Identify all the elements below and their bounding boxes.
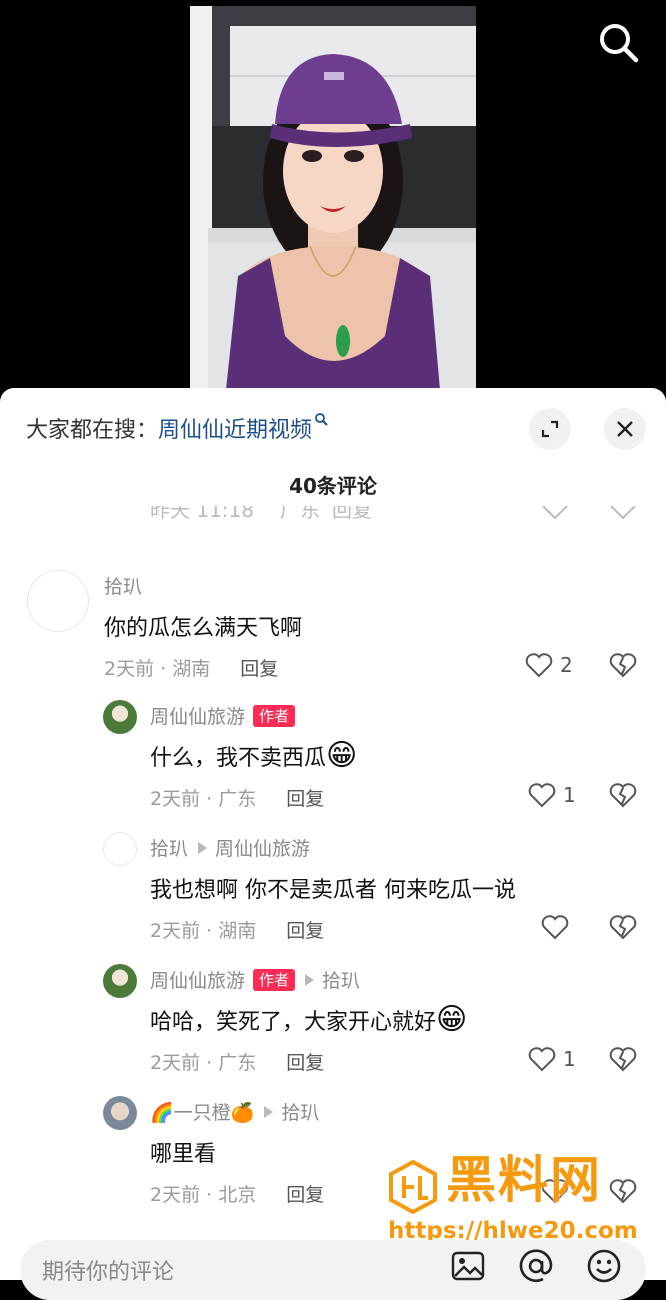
close-button[interactable] xyxy=(604,408,646,450)
reply-username[interactable]: 拾玐 周仙仙旅游 xyxy=(150,834,310,861)
reply-to-name[interactable]: 拾玐 xyxy=(322,966,360,993)
partial-comment-meta: 昨天 11:18 广东 回复 xyxy=(150,506,650,532)
like-button[interactable]: 1 xyxy=(527,780,576,810)
reply-user-name: 拾玐 xyxy=(150,838,189,860)
comment-input-bar[interactable]: 期待你的评论 xyxy=(20,1240,646,1300)
heart-icon xyxy=(541,915,569,940)
search-suggestion[interactable]: 大家都在搜：周仙仙近期视频 xyxy=(26,412,328,444)
partial-time: 昨天 11:18 xyxy=(150,506,254,522)
dislike-icon xyxy=(610,506,636,520)
dislike-icon[interactable] xyxy=(608,650,638,680)
reply-text-body: 哈哈，笑死了，大家开心就好 xyxy=(150,1010,437,1035)
avatar[interactable] xyxy=(27,570,89,632)
expand-button[interactable] xyxy=(529,408,571,450)
reply-meta: 2天前 · 北京 回复 xyxy=(150,1180,324,1207)
dislike-icon[interactable] xyxy=(608,912,638,942)
comment-username[interactable]: 拾玐 xyxy=(104,572,142,599)
expand-icon xyxy=(541,420,559,438)
reply-user-name: 周仙仙旅游 xyxy=(150,970,246,992)
like-button[interactable]: 1 xyxy=(527,1044,576,1074)
watermark-title: 黑料网 xyxy=(446,1151,602,1209)
reply-time: 2天前 · 湖南 xyxy=(150,920,257,942)
reply-arrow-icon xyxy=(198,841,208,854)
mention-icon[interactable] xyxy=(518,1248,554,1284)
reply-user-name: 🌈一只橙🍊 xyxy=(150,1102,255,1124)
image-icon[interactable] xyxy=(450,1248,486,1284)
partial-location: 广东 xyxy=(280,506,320,522)
reply-to-name[interactable]: 拾玐 xyxy=(281,1098,319,1125)
reply-button[interactable]: 回复 xyxy=(286,788,324,810)
like-count: 1 xyxy=(563,1047,576,1071)
suggestion-term[interactable]: 周仙仙近期视频 xyxy=(158,418,312,443)
reply-text-body: 什么，我不卖西瓜 xyxy=(150,746,327,771)
reply-arrow-icon xyxy=(264,1105,274,1118)
small-search-icon xyxy=(315,413,328,426)
close-icon xyxy=(617,421,633,437)
author-badge: 作者 xyxy=(253,968,296,991)
dislike-icon[interactable] xyxy=(608,1176,638,1206)
reply-time: 2天前 · 北京 xyxy=(150,1184,257,1206)
grin-emoji-icon: 😁 xyxy=(326,738,358,773)
video-frame[interactable] xyxy=(190,6,476,390)
suggestion-prefix: 大家都在搜： xyxy=(26,418,159,443)
reply-time: 2天前 · 广东 xyxy=(150,1052,257,1074)
reply-time: 2天前 · 广东 xyxy=(150,788,257,810)
comment-count: 40条评论 xyxy=(289,474,377,498)
avatar[interactable] xyxy=(103,700,137,734)
heart-icon xyxy=(528,1047,556,1072)
reply-text[interactable]: 什么，我不卖西瓜 😁 xyxy=(150,740,357,772)
partial-reply: 回复 xyxy=(332,506,372,522)
emoji-icon[interactable] xyxy=(586,1248,622,1284)
reply-button[interactable]: 回复 xyxy=(240,658,278,680)
reply-text[interactable]: 哪里看 xyxy=(150,1136,216,1168)
reply-meta: 2天前 · 广东 回复 xyxy=(150,1048,324,1075)
author-badge: 作者 xyxy=(253,704,296,727)
avatar[interactable] xyxy=(103,1096,137,1130)
watermark-logo-icon xyxy=(389,1160,437,1214)
like-button[interactable]: 2 xyxy=(524,650,573,680)
dislike-icon[interactable] xyxy=(608,1044,638,1074)
comment-time: 2天前 · 湖南 xyxy=(104,658,211,680)
search-icon xyxy=(600,24,639,63)
comment-input-placeholder[interactable]: 期待你的评论 xyxy=(42,1254,174,1286)
reply-username[interactable]: 🌈一只橙🍊 拾玐 xyxy=(150,1098,319,1125)
comment-text[interactable]: 你的瓜怎么满天飞啊 xyxy=(104,610,302,642)
video-player[interactable] xyxy=(0,0,666,390)
reply-arrow-icon xyxy=(305,973,315,986)
grin-emoji-icon: 😁 xyxy=(436,1002,468,1037)
reply-button[interactable]: 回复 xyxy=(286,1052,324,1074)
like-count: 1 xyxy=(563,783,576,807)
reply-to-name[interactable]: 周仙仙旅游 xyxy=(215,834,310,861)
avatar[interactable] xyxy=(103,964,137,998)
reply-username[interactable]: 周仙仙旅游 作者 拾玐 xyxy=(150,966,360,993)
heart-icon xyxy=(525,653,553,678)
reply-meta: 2天前 · 广东 回复 xyxy=(150,784,324,811)
search-button[interactable] xyxy=(596,20,640,64)
like-button[interactable] xyxy=(540,912,570,942)
reply-meta: 2天前 · 湖南 回复 xyxy=(150,916,324,943)
avatar[interactable] xyxy=(103,832,137,866)
video-thumbnail xyxy=(190,6,476,390)
heart-icon xyxy=(528,783,556,808)
like-icon xyxy=(542,506,568,520)
dislike-icon[interactable] xyxy=(608,780,638,810)
comment-meta: 2天前 · 湖南 回复 xyxy=(104,654,278,681)
reply-user-name: 周仙仙旅游 xyxy=(150,706,246,728)
reply-text[interactable]: 哈哈，笑死了，大家开心就好 😁 xyxy=(150,1004,467,1036)
reply-button[interactable]: 回复 xyxy=(286,1184,324,1206)
like-count: 2 xyxy=(560,653,573,677)
reply-button[interactable]: 回复 xyxy=(286,920,324,942)
reply-text[interactable]: 我也想啊 你不是卖瓜者 何来吃瓜一说 xyxy=(150,872,516,904)
comment-panel: 大家都在搜：周仙仙近期视频 40条评论 昨天 11:18 广东 回复 拾玐 你的… xyxy=(0,388,666,1280)
reply-username[interactable]: 周仙仙旅游 作者 xyxy=(150,702,296,729)
